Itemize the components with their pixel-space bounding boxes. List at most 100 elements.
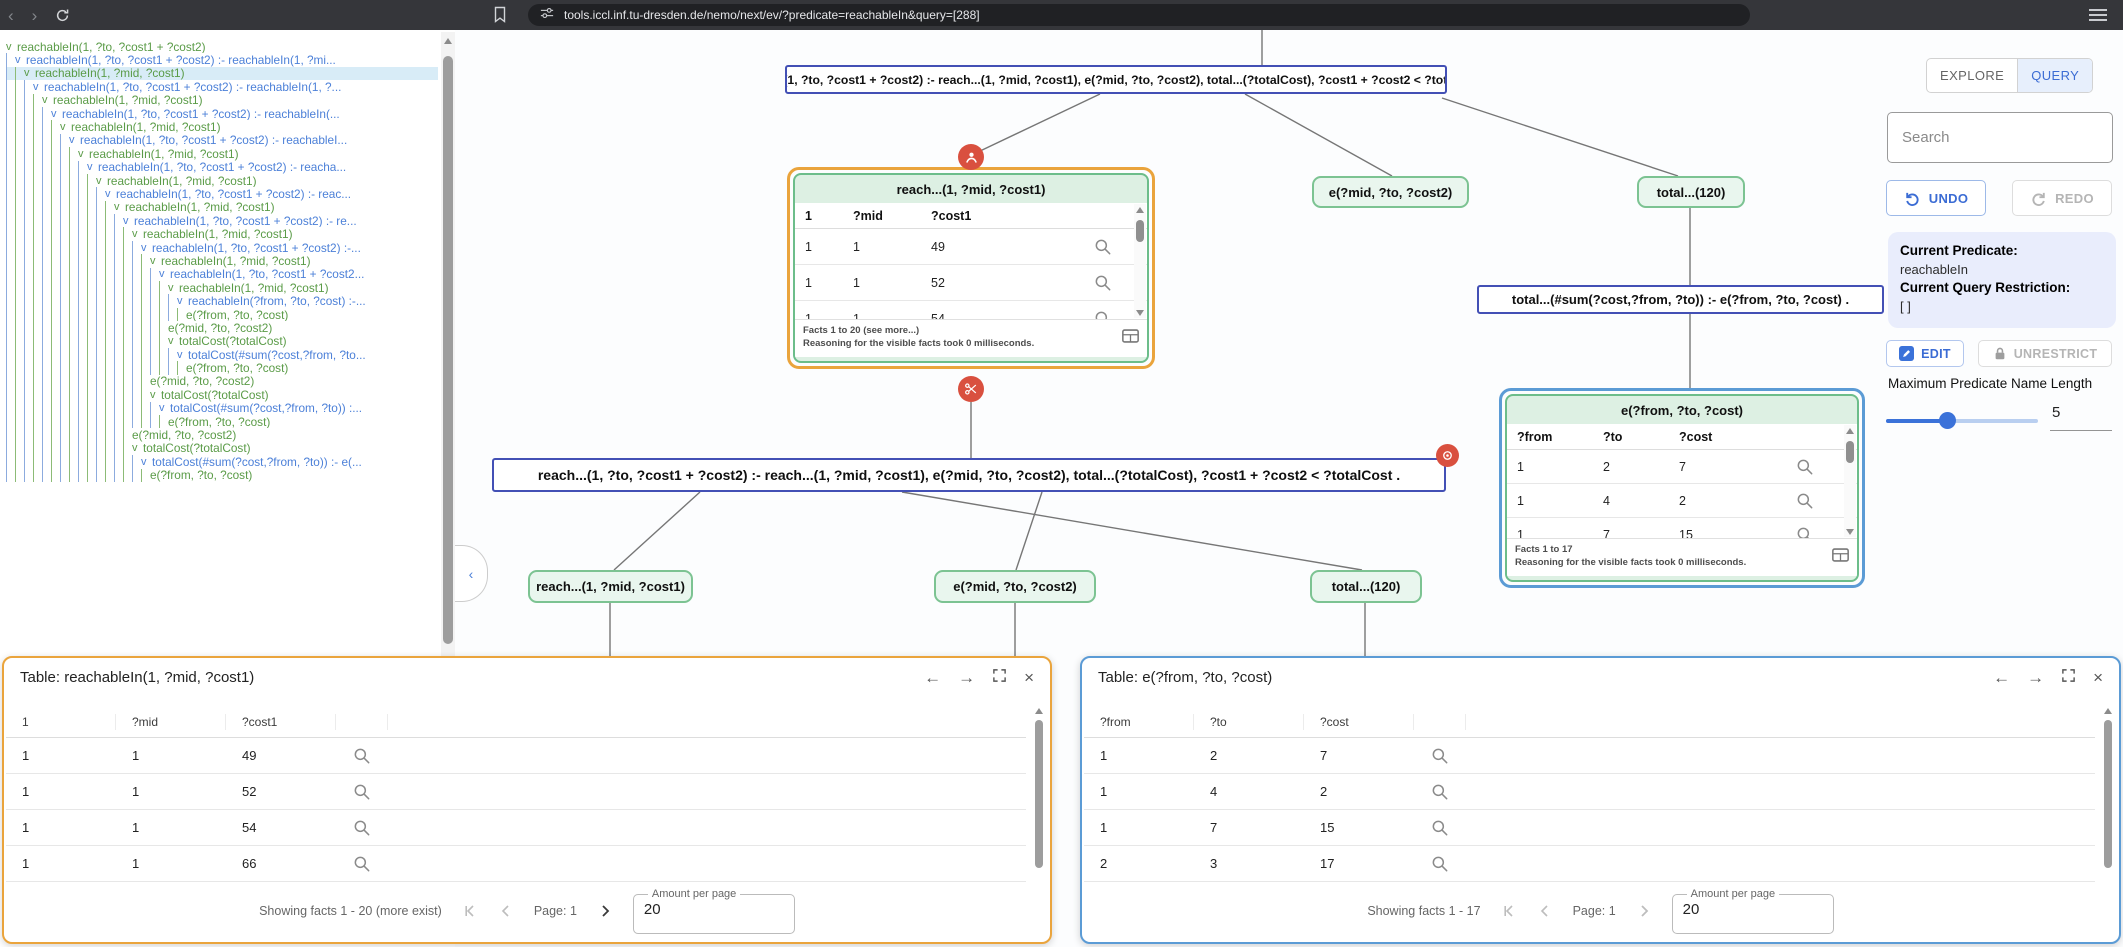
open-table-icon[interactable] xyxy=(1832,548,1849,566)
collapse-toggle-icon[interactable]: v xyxy=(150,255,161,267)
next-page-icon[interactable] xyxy=(1636,903,1652,919)
menu-icon[interactable] xyxy=(2089,9,2107,21)
tree-item-atom[interactable]: vreachableIn(1, ?mid, ?cost1) xyxy=(6,254,438,267)
collapse-toggle-icon[interactable]: v xyxy=(132,228,143,240)
collapse-toggle-icon[interactable]: v xyxy=(141,456,152,468)
tree-item-atom[interactable]: e(?from, ?to, ?cost) xyxy=(6,415,438,428)
tree-scrollbar[interactable] xyxy=(441,32,455,656)
tree-item-atom[interactable]: e(?mid, ?to, ?cost2) xyxy=(6,375,438,388)
rule-node-top[interactable]: reach...(1, ?to, ?cost1 + ?cost2) :- rea… xyxy=(785,65,1447,94)
tree-item-rule[interactable]: vreachableIn(1, ?to, ?cost1 + ?cost2) :-… xyxy=(6,134,438,147)
search-input[interactable] xyxy=(1888,113,2112,162)
tree-item-atom[interactable]: vreachableIn(1, ?mid, ?cost1) xyxy=(6,120,438,133)
tree-item-atom[interactable]: vtotalCost(?totalCost) xyxy=(6,442,438,455)
atom-node-e-mid[interactable]: e(?mid, ?to, ?cost2) xyxy=(1312,176,1469,208)
tab-explore[interactable]: EXPLORE xyxy=(1927,59,2017,92)
tree-item-rule[interactable]: vtotalCost(#sum(?cost,?from, ?to... xyxy=(6,348,438,361)
tree-item-atom[interactable]: e(?from, ?to, ?cost) xyxy=(6,308,438,321)
inspect-fact-icon[interactable] xyxy=(336,746,388,766)
collapse-toggle-icon[interactable]: v xyxy=(105,188,116,200)
close-icon[interactable]: × xyxy=(1024,669,1034,686)
inspect-fact-icon[interactable] xyxy=(1414,818,1466,838)
collapse-toggle-icon[interactable]: v xyxy=(168,335,179,347)
collapse-toggle-icon[interactable]: v xyxy=(60,121,71,133)
atom-node-e-mid-2[interactable]: e(?mid, ?to, ?cost2) xyxy=(934,570,1096,603)
tree-scrollbar-thumb[interactable] xyxy=(443,56,453,644)
fullscreen-icon[interactable] xyxy=(2061,668,2076,686)
amount-per-page-value[interactable]: 20 xyxy=(644,901,784,918)
tree-item-atom[interactable]: vreachableIn(1, ?mid, ?cost1) xyxy=(6,67,438,80)
address-bar[interactable]: tools.iccl.inf.tu-dresden.de/nemo/next/e… xyxy=(528,4,1750,26)
next-table-icon[interactable]: → xyxy=(958,669,975,686)
tree-item-atom[interactable]: vreachableIn(1, ?mid, ?cost1) xyxy=(6,147,438,160)
prev-table-icon[interactable]: ← xyxy=(1993,669,2010,686)
tree-item-atom[interactable]: e(?mid, ?to, ?cost2) xyxy=(6,428,438,441)
collapse-toggle-icon[interactable]: v xyxy=(159,402,170,414)
slider-value[interactable]: 5 xyxy=(2052,404,2060,421)
fullscreen-icon[interactable] xyxy=(992,668,1007,686)
tree-item-rule[interactable]: vreachableIn(1, ?to, ?cost1 + ?cost2) :-… xyxy=(6,53,438,66)
tree-item-rule[interactable]: vtotalCost(#sum(?cost,?from, ?to)) :- e(… xyxy=(6,455,438,468)
tree-item-rule[interactable]: vreachableIn(1, ?to, ?cost1 + ?cost2) :-… xyxy=(6,161,438,174)
tune-icon[interactable] xyxy=(540,6,554,25)
table-node-e-query[interactable]: e(?from, ?to, ?cost) ?from ?to ?cost 127… xyxy=(1499,388,1865,588)
collapse-toggle-icon[interactable]: v xyxy=(96,175,107,187)
prev-page-icon[interactable] xyxy=(498,903,514,919)
panel-scrollbar[interactable] xyxy=(2102,706,2114,884)
tree-item-rule[interactable]: vreachableIn(1, ?to, ?cost1 + ?cost2... xyxy=(6,268,438,281)
rule-node-sum[interactable]: total...(#sum(?cost,?from, ?to)) :- e(?f… xyxy=(1477,285,1884,314)
browser-forward-icon[interactable]: › xyxy=(32,7,38,24)
browser-back-icon[interactable]: ‹ xyxy=(8,7,14,24)
unrestrict-button[interactable]: UNRESTRICT xyxy=(1978,340,2112,367)
panel-scrollbar[interactable] xyxy=(1033,706,1045,884)
collapse-toggle-icon[interactable]: v xyxy=(78,148,89,160)
prev-page-icon[interactable] xyxy=(1537,903,1553,919)
tree-item-atom[interactable]: vreachableIn(1, ?mid, ?cost1) xyxy=(6,94,438,107)
atom-node-reach-mid[interactable]: reach...(1, ?mid, ?cost1) xyxy=(528,570,693,603)
tree-item-atom[interactable]: vreachableIn(1, ?mid, ?cost1) xyxy=(6,201,438,214)
tree-item-atom[interactable]: e(?from, ?to, ?cost) xyxy=(6,469,438,482)
tree-item-atom[interactable]: vreachableIn(1, ?mid, ?cost1) xyxy=(6,174,438,187)
collapse-toggle-icon[interactable]: v xyxy=(6,41,17,53)
tree-item-rule[interactable]: vreachableIn(1, ?to, ?cost1 + ?cost2) :-… xyxy=(6,107,438,120)
collapse-toggle-icon[interactable]: v xyxy=(24,67,35,79)
collapse-toggle-icon[interactable]: v xyxy=(132,442,143,454)
collapse-toggle-icon[interactable]: v xyxy=(69,134,80,146)
tree-item-atom[interactable]: vtotalCost(?totalCost) xyxy=(6,335,438,348)
tree-item-rule[interactable]: vtotalCost(#sum(?cost,?from, ?to)) :... xyxy=(6,402,438,415)
collapse-toggle-icon[interactable]: v xyxy=(177,349,188,361)
atom-node-total-120[interactable]: total...(120) xyxy=(1637,176,1745,208)
collapse-toggle-icon[interactable]: v xyxy=(87,161,98,173)
collapse-toggle-icon[interactable]: v xyxy=(159,268,170,280)
tree-item-rule[interactable]: vreachableIn(?from, ?to, ?cost) :-... xyxy=(6,294,438,307)
open-table-icon[interactable] xyxy=(1122,329,1139,347)
amount-per-page-value[interactable]: 20 xyxy=(1683,901,1823,918)
undo-button[interactable]: UNDO xyxy=(1886,180,1986,216)
prev-table-icon[interactable]: ← xyxy=(924,669,941,686)
tree-item-atom[interactable]: e(?mid, ?to, ?cost2) xyxy=(6,321,438,334)
table-node-reachable-selected[interactable]: reach...(1, ?mid, ?cost1) 1 ?mid ?cost1 … xyxy=(787,167,1155,369)
node-scrollbar[interactable] xyxy=(1134,204,1146,318)
tree-item-rule[interactable]: vreachableIn(1, ?to, ?cost1 + ?cost2) :-… xyxy=(6,187,438,200)
next-page-icon[interactable] xyxy=(597,903,613,919)
tree-item-atom[interactable]: vreachableIn(1, ?mid, ?cost1) xyxy=(6,281,438,294)
node-scrollbar[interactable] xyxy=(1844,425,1856,537)
inspect-fact-icon[interactable] xyxy=(336,818,388,838)
cut-subtree-badge[interactable] xyxy=(958,376,984,402)
collapse-toggle-icon[interactable]: v xyxy=(168,282,179,294)
inspect-fact-icon[interactable] xyxy=(1414,854,1466,874)
collapse-toggle-icon[interactable]: v xyxy=(141,242,152,254)
tree-item-rule[interactable]: vreachableIn(1, ?to, ?cost1 + ?cost2) :-… xyxy=(6,80,438,93)
tab-query[interactable]: QUERY xyxy=(2017,59,2092,92)
tree-item-rule[interactable]: vreachableIn(1, ?to, ?cost1 + ?cost2) :-… xyxy=(6,214,438,227)
collapse-toggle-icon[interactable]: v xyxy=(42,94,53,106)
collapse-toggle-icon[interactable]: v xyxy=(114,201,125,213)
restrict-target-badge[interactable] xyxy=(1436,444,1459,467)
inspect-fact-icon[interactable] xyxy=(336,782,388,802)
close-icon[interactable]: × xyxy=(2093,669,2103,686)
tree-item-atom[interactable]: vreachableIn(1, ?to, ?cost1 + ?cost2) xyxy=(6,40,438,53)
browser-reload-icon[interactable] xyxy=(55,8,70,23)
collapse-toggle-icon[interactable]: v xyxy=(15,54,26,66)
scroll-up-icon[interactable] xyxy=(444,38,452,44)
redo-button[interactable]: REDO xyxy=(2012,180,2112,216)
